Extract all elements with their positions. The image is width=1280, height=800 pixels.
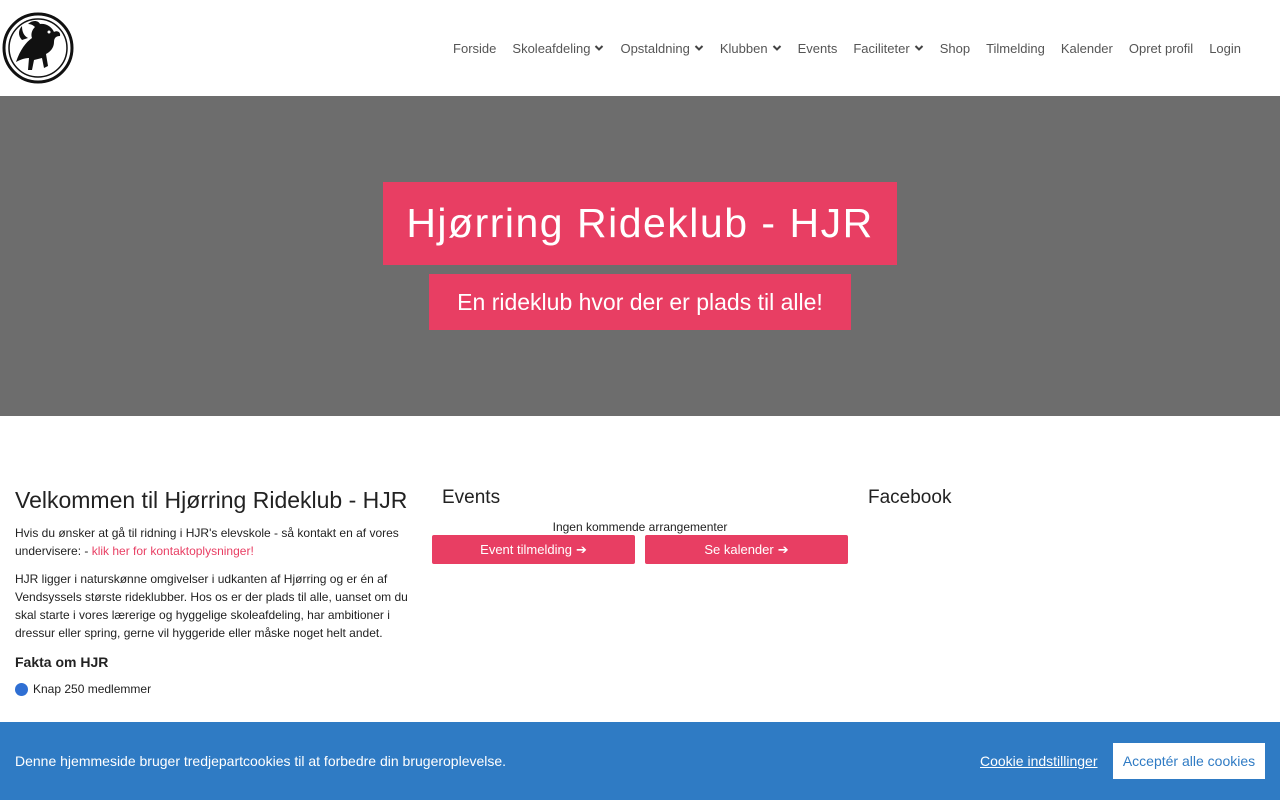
nav-item-tilmelding[interactable]: Tilmelding xyxy=(978,41,1053,56)
main-navigation: Forside Skoleafdeling Opstaldning Klubben Ev… xyxy=(445,0,1249,96)
arrow-right-icon: ➔ xyxy=(777,541,789,557)
hero-title: Hjørring Rideklub - HJR xyxy=(383,182,897,265)
nav-item-faciliteter[interactable]: Faciliteter xyxy=(845,41,931,56)
accept-cookies-button[interactable]: Acceptér alle cookies xyxy=(1113,743,1265,779)
nav-item-label: Login xyxy=(1209,40,1241,56)
nav-item-label: Forside xyxy=(453,40,497,56)
nav-item-label: Kalender xyxy=(1060,40,1113,56)
site-header: Forside Skoleafdeling Opstaldning Klubben Ev… xyxy=(0,0,1280,96)
nav-item-label: Shop xyxy=(939,40,971,56)
see-calendar-button[interactable]: Se kalender ➔ xyxy=(645,535,848,564)
hero-banner: Hjørring Rideklub - HJR En rideklub hvor… xyxy=(0,96,1280,416)
horse-crest-logo-icon[interactable] xyxy=(2,12,74,84)
welcome-section: Velkommen til Hjørring Rideklub - HJR Hv… xyxy=(15,480,415,696)
nav-item-kalender[interactable]: Kalender xyxy=(1053,41,1121,56)
nav-item-skoleafdeling[interactable]: Skoleafdeling xyxy=(504,41,612,56)
cookie-settings-link[interactable]: Cookie indstillinger xyxy=(980,753,1098,769)
event-signup-button[interactable]: Event tilmelding ➔ xyxy=(432,535,635,564)
nav-item-label: Opret profil xyxy=(1128,40,1194,56)
nav-item-forside[interactable]: Forside xyxy=(445,41,504,56)
nav-item-label: Faciliteter xyxy=(853,40,910,56)
nav-item-shop[interactable]: Shop xyxy=(932,41,978,56)
chevron-down-icon xyxy=(595,45,604,51)
chevron-down-icon xyxy=(694,45,704,51)
nav-item-label: Opstaldning xyxy=(620,40,690,56)
facts-heading: Fakta om HJR xyxy=(15,654,109,670)
nav-item-label: Events xyxy=(797,40,838,56)
welcome-description: HJR ligger i naturskønne omgivelser i ud… xyxy=(15,572,408,640)
blue-circle-icon xyxy=(15,682,28,696)
events-section: Events Ingen kommende arrangementer Even… xyxy=(432,480,848,564)
nav-item-login[interactable]: Login xyxy=(1201,41,1249,56)
facebook-heading: Facebook xyxy=(868,487,952,508)
cookie-consent-bar: Denne hjemmeside bruger tredjepartcookie… xyxy=(0,722,1280,800)
contact-link[interactable]: klik her for kontaktoplysninger! xyxy=(92,544,254,558)
welcome-intro: Hvis du ønsker at gå til ridning i HJR's… xyxy=(15,524,415,560)
facebook-section: Facebook xyxy=(868,480,1268,509)
events-empty-text: Ingen kommende arrangementer xyxy=(552,520,728,534)
arrow-right-icon: ➔ xyxy=(575,541,587,557)
chevron-down-icon xyxy=(914,45,923,51)
nav-item-label: Klubben xyxy=(719,40,768,56)
fact-item: Knap 250 medlemmer xyxy=(15,682,415,696)
welcome-heading: Velkommen til Hjørring Rideklub - HJR xyxy=(15,487,408,513)
see-calendar-label: Se kalender xyxy=(704,542,774,557)
nav-item-events[interactable]: Events xyxy=(790,41,846,56)
nav-item-klubben[interactable]: Klubben xyxy=(712,41,790,56)
hero-subtitle: En rideklub hvor der er plads til alle! xyxy=(429,274,851,330)
nav-item-opstaldning[interactable]: Opstaldning xyxy=(612,41,711,56)
chevron-down-icon xyxy=(772,45,781,51)
cookie-text: Denne hjemmeside bruger tredjepartcookie… xyxy=(15,753,507,769)
event-signup-label: Event tilmelding xyxy=(480,542,572,557)
events-heading: Events xyxy=(442,487,501,508)
nav-item-label: Tilmelding xyxy=(986,40,1045,56)
nav-item-opret-profil[interactable]: Opret profil xyxy=(1121,41,1201,56)
fact-text: Knap 250 medlemmer xyxy=(33,682,152,696)
nav-item-label: Skoleafdeling xyxy=(512,40,591,56)
event-buttons: Event tilmelding ➔ Se kalender ➔ xyxy=(432,535,848,564)
